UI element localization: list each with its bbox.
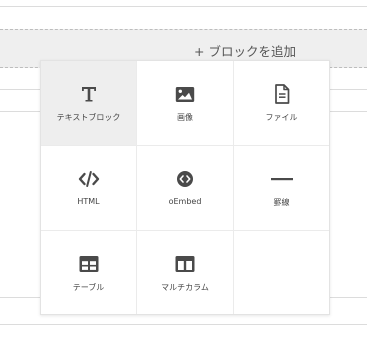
file-icon [234, 83, 329, 105]
block-option-text[interactable]: テキストブロック [41, 61, 137, 146]
block-palette: テキストブロック 画像 ファイル HTML oEmbed 罫線 テーブル マルチ… [40, 60, 330, 315]
horizontal-rule-icon [234, 168, 329, 190]
embed-icon [137, 168, 233, 190]
block-option-rule[interactable]: 罫線 [234, 146, 329, 231]
block-option-oembed[interactable]: oEmbed [137, 146, 234, 231]
block-option-html[interactable]: HTML [41, 146, 137, 231]
block-option-image[interactable]: 画像 [137, 61, 234, 146]
table-icon [41, 253, 136, 275]
editor-divider [0, 6, 367, 7]
columns-icon [137, 253, 233, 275]
image-icon [137, 83, 233, 105]
add-block-button[interactable]: + ブロックを追加 [194, 41, 296, 60]
block-option-columns[interactable]: マルチカラム [137, 231, 234, 314]
code-icon [41, 168, 136, 190]
block-option-table[interactable]: テーブル [41, 231, 137, 314]
text-t-icon [41, 83, 136, 105]
empty-cell [234, 231, 329, 314]
editor-divider [0, 324, 367, 325]
block-option-file[interactable]: ファイル [234, 61, 329, 146]
